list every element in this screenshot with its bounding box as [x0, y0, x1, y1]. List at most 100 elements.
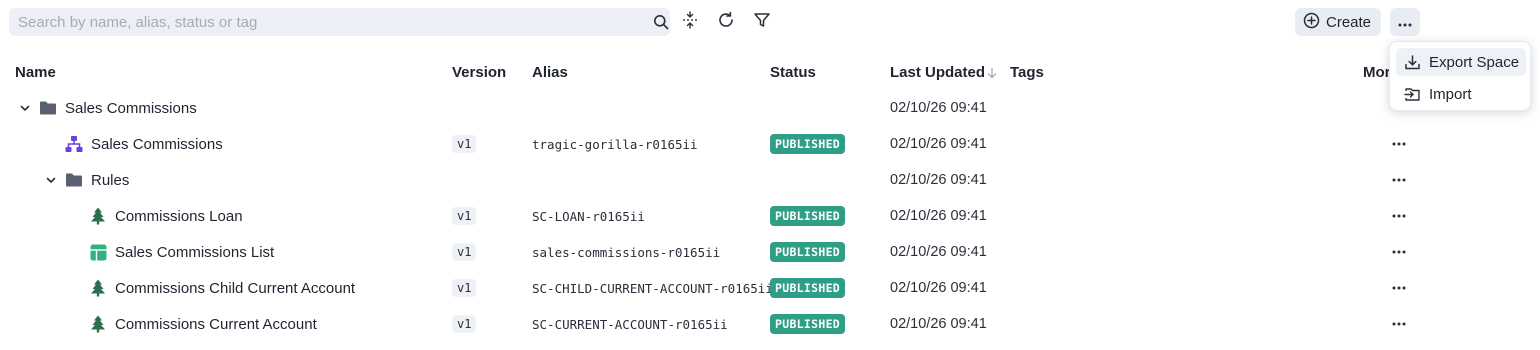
refresh-button[interactable] [716, 11, 736, 32]
item-name[interactable]: Rules [91, 172, 129, 189]
tree-icon [89, 279, 107, 297]
status-cell: PUBLISHED [770, 126, 846, 162]
last-updated-text: 02/10/26 09:41 [890, 100, 987, 116]
chevron-down-icon[interactable] [43, 172, 59, 188]
table-row[interactable]: Rules 02/10/26 09:41 [0, 162, 1540, 198]
table-row[interactable]: Commissions Child Current Account v1 SC-CH… [0, 270, 1540, 306]
version-badge: v1 [452, 279, 477, 297]
alias-cell: SC-CHILD-CURRENT-ACCOUNT-r0165ii [532, 270, 773, 306]
alias-text: SC-LOAN-r0165ii [532, 208, 645, 224]
version-badge: v1 [452, 243, 477, 261]
column-header-last-updated[interactable]: Last Updated [890, 64, 997, 81]
table-icon [89, 243, 107, 261]
folder-icon [39, 99, 57, 117]
collapse-icon [681, 11, 699, 33]
table-row[interactable]: Sales Commissions 02/10/26 09:41 [0, 90, 1540, 126]
status-badge: PUBLISHED [770, 314, 846, 334]
last-updated-text: 02/10/26 09:41 [890, 172, 987, 188]
last-updated-text: 02/10/26 09:41 [890, 244, 987, 260]
status-cell: PUBLISHED [770, 234, 846, 270]
sort-descending-icon [987, 67, 997, 79]
filter-button[interactable] [752, 12, 772, 32]
name-cell: Sales Commissions [17, 90, 197, 126]
item-name[interactable]: Sales Commissions [65, 100, 197, 117]
last-updated-text: 02/10/26 09:41 [890, 208, 987, 224]
hierarchy-icon [65, 135, 83, 153]
alias-text: tragic-gorilla-r0165ii [532, 136, 698, 152]
ellipsis-icon [1392, 214, 1406, 218]
table-row[interactable]: Sales Commissions List v1 sales-commission… [0, 234, 1540, 270]
ellipsis-icon [1398, 14, 1412, 31]
column-header-version[interactable]: Version [452, 64, 506, 81]
chevron-down-icon[interactable] [17, 100, 33, 116]
column-header-status[interactable]: Status [770, 64, 816, 81]
last-updated-text: 02/10/26 09:41 [890, 136, 987, 152]
plus-circle-icon [1303, 12, 1320, 33]
ellipsis-icon [1392, 142, 1406, 146]
name-cell: Commissions Child Current Account [89, 270, 355, 306]
last-updated-cell: 02/10/26 09:41 [890, 162, 987, 198]
item-name[interactable]: Sales Commissions List [115, 244, 274, 261]
download-icon [1404, 54, 1421, 71]
row-more-button[interactable] [1392, 234, 1406, 270]
item-name[interactable]: Commissions Child Current Account [115, 280, 355, 297]
last-updated-cell: 02/10/26 09:41 [890, 90, 987, 126]
toolbar: Create [0, 0, 1540, 44]
more-options-button[interactable] [1390, 8, 1420, 36]
table-row[interactable]: Commissions Current Account v1 SC-CURRENT-… [0, 306, 1540, 342]
last-updated-cell: 02/10/26 09:41 [890, 234, 987, 270]
column-header-alias[interactable]: Alias [532, 64, 568, 81]
status-cell: PUBLISHED [770, 306, 846, 342]
status-badge: PUBLISHED [770, 278, 846, 298]
alias-cell: SC-LOAN-r0165ii [532, 198, 645, 234]
create-button[interactable]: Create [1295, 8, 1381, 36]
table-header: Name Version Alias Status Last Updated T… [0, 60, 1540, 86]
table-row[interactable]: Commissions Loan v1 SC-LOAN-r0165ii PUBLISH… [0, 198, 1540, 234]
status-cell: PUBLISHED [770, 270, 846, 306]
row-more-button[interactable] [1392, 126, 1406, 162]
table-row[interactable]: Sales Commissions v1 tragic-gorilla-r0165i… [0, 126, 1540, 162]
search-icon[interactable] [653, 14, 669, 30]
status-badge: PUBLISHED [770, 134, 846, 154]
search-box [9, 8, 670, 36]
status-badge: PUBLISHED [770, 242, 846, 262]
menu-item-export-space[interactable]: Export Space [1396, 48, 1526, 76]
menu-item-label: Export Space [1429, 53, 1520, 71]
item-name[interactable]: Sales Commissions [91, 136, 223, 153]
status-badge: PUBLISHED [770, 206, 846, 226]
name-cell: Rules [43, 162, 129, 198]
alias-cell: SC-CURRENT-ACCOUNT-r0165ii [532, 306, 728, 342]
row-more-button[interactable] [1392, 270, 1406, 306]
version-badge: v1 [452, 135, 477, 153]
more-options-menu: Export Space Import [1389, 41, 1531, 111]
last-updated-cell: 02/10/26 09:41 [890, 306, 987, 342]
menu-item-import[interactable]: Import [1396, 80, 1526, 108]
last-updated-label: Last Updated [890, 64, 986, 81]
column-header-tags[interactable]: Tags [1010, 64, 1044, 81]
row-more-button[interactable] [1392, 162, 1406, 198]
tree-icon [89, 315, 107, 333]
ellipsis-icon [1392, 178, 1406, 182]
version-cell: v1 [452, 306, 477, 342]
last-updated-cell: 02/10/26 09:41 [890, 126, 987, 162]
alias-cell: sales-commissions-r0165ii [532, 234, 720, 270]
item-name[interactable]: Commissions Loan [115, 208, 243, 225]
create-label: Create [1326, 13, 1372, 31]
alias-text: SC-CHILD-CURRENT-ACCOUNT-r0165ii [532, 280, 773, 296]
alias-text: sales-commissions-r0165ii [532, 244, 721, 260]
collapse-all-button[interactable] [680, 11, 700, 33]
row-more-button[interactable] [1392, 306, 1406, 342]
ellipsis-icon [1392, 286, 1406, 290]
version-badge: v1 [452, 207, 477, 225]
last-updated-text: 02/10/26 09:41 [890, 316, 987, 332]
last-updated-cell: 02/10/26 09:41 [890, 198, 987, 234]
name-cell: Commissions Current Account [89, 306, 317, 342]
search-input[interactable] [9, 8, 629, 36]
alias-text: SC-CURRENT-ACCOUNT-r0165ii [532, 316, 728, 332]
row-more-button[interactable] [1392, 198, 1406, 234]
ellipsis-icon [1392, 322, 1406, 326]
name-cell: Sales Commissions [65, 126, 223, 162]
column-header-name[interactable]: Name [15, 64, 56, 81]
last-updated-text: 02/10/26 09:41 [890, 280, 987, 296]
item-name[interactable]: Commissions Current Account [115, 316, 317, 333]
